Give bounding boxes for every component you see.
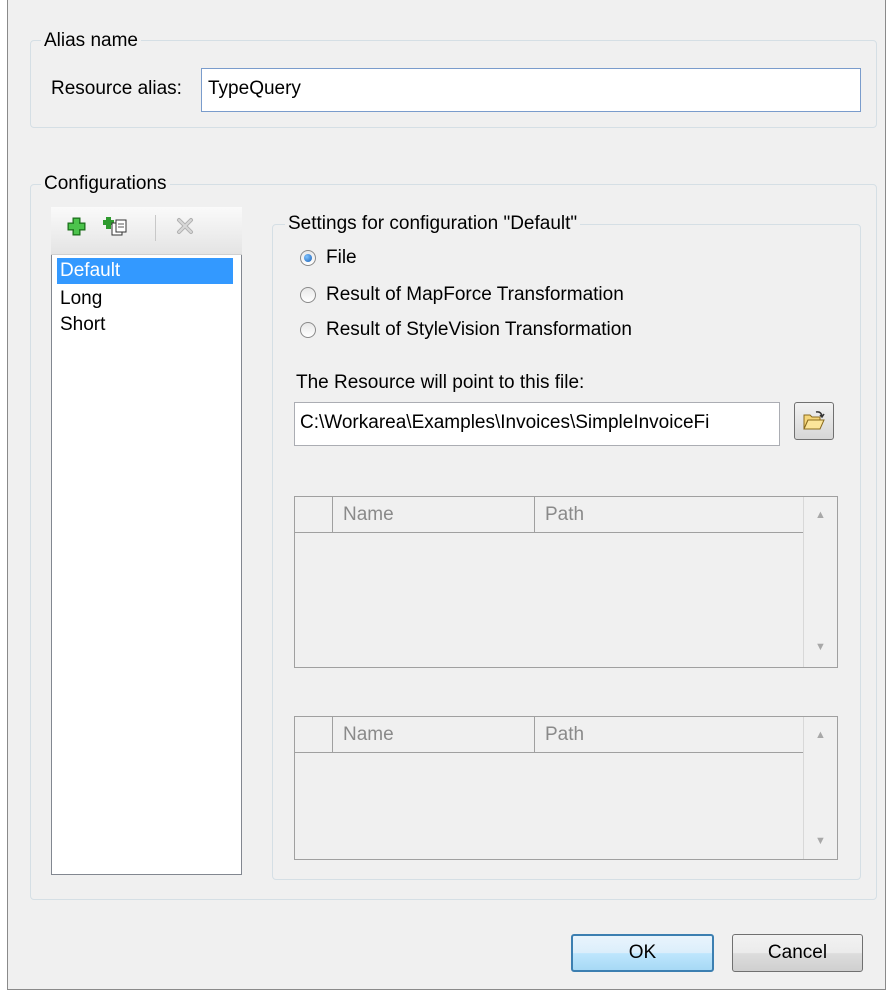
- configurations-list[interactable]: Default Long Short: [51, 255, 242, 875]
- grid-1-name-column[interactable]: Name: [333, 497, 535, 533]
- resource-alias-label: Resource alias:: [51, 78, 182, 99]
- cancel-button[interactable]: Cancel: [732, 934, 863, 972]
- radio-mapforce[interactable]: [300, 287, 316, 303]
- list-item-default[interactable]: Default: [57, 258, 233, 284]
- option-mapforce-label: Result of MapForce Transformation: [326, 284, 624, 305]
- configurations-legend: Configurations: [41, 173, 170, 195]
- toolbar-separator: [155, 215, 156, 241]
- grid-1-scrollbar[interactable]: ▲ ▼: [803, 497, 837, 667]
- delete-icon[interactable]: [173, 215, 199, 237]
- list-item-long[interactable]: Long: [57, 286, 233, 312]
- list-item-short[interactable]: Short: [57, 312, 233, 338]
- scroll-up-icon[interactable]: ▲: [815, 729, 826, 741]
- file-path-input[interactable]: C:\Workarea\Examples\Invoices\SimpleInvo…: [294, 402, 780, 446]
- scroll-down-icon[interactable]: ▼: [815, 835, 826, 847]
- scroll-down-icon[interactable]: ▼: [815, 641, 826, 653]
- resource-dialog: Alias name Resource alias: TypeQuery Con…: [7, 0, 886, 990]
- option-stylevision-label: Result of StyleVision Transformation: [326, 319, 632, 340]
- radio-file[interactable]: [300, 250, 316, 266]
- folder-open-icon: [803, 411, 825, 430]
- alias-name-legend: Alias name: [41, 30, 141, 52]
- grid-2-row-header: [295, 717, 333, 753]
- radio-stylevision[interactable]: [300, 322, 316, 338]
- parameters-grid-1[interactable]: Name Path ▲ ▼: [294, 496, 838, 668]
- scroll-up-icon[interactable]: ▲: [815, 509, 826, 521]
- grid-2-name-column[interactable]: Name: [333, 717, 535, 753]
- resource-alias-input[interactable]: TypeQuery: [201, 68, 861, 112]
- grid-1-path-column[interactable]: Path: [535, 497, 803, 533]
- ok-button[interactable]: OK: [571, 934, 714, 972]
- grid-2-path-column[interactable]: Path: [535, 717, 803, 753]
- copy-icon[interactable]: [103, 215, 129, 237]
- file-pointer-label: The Resource will point to this file:: [296, 372, 585, 393]
- grid-1-row-header: [295, 497, 333, 533]
- configurations-toolbar: [51, 207, 242, 255]
- settings-legend: Settings for configuration "Default": [285, 213, 581, 235]
- add-icon[interactable]: [64, 215, 90, 237]
- grid-2-header: Name Path: [295, 717, 803, 753]
- grid-1-header: Name Path: [295, 497, 803, 533]
- option-file-label: File: [326, 247, 357, 268]
- grid-2-scrollbar[interactable]: ▲ ▼: [803, 717, 837, 859]
- parameters-grid-2[interactable]: Name Path ▲ ▼: [294, 716, 838, 860]
- browse-button[interactable]: [794, 402, 834, 440]
